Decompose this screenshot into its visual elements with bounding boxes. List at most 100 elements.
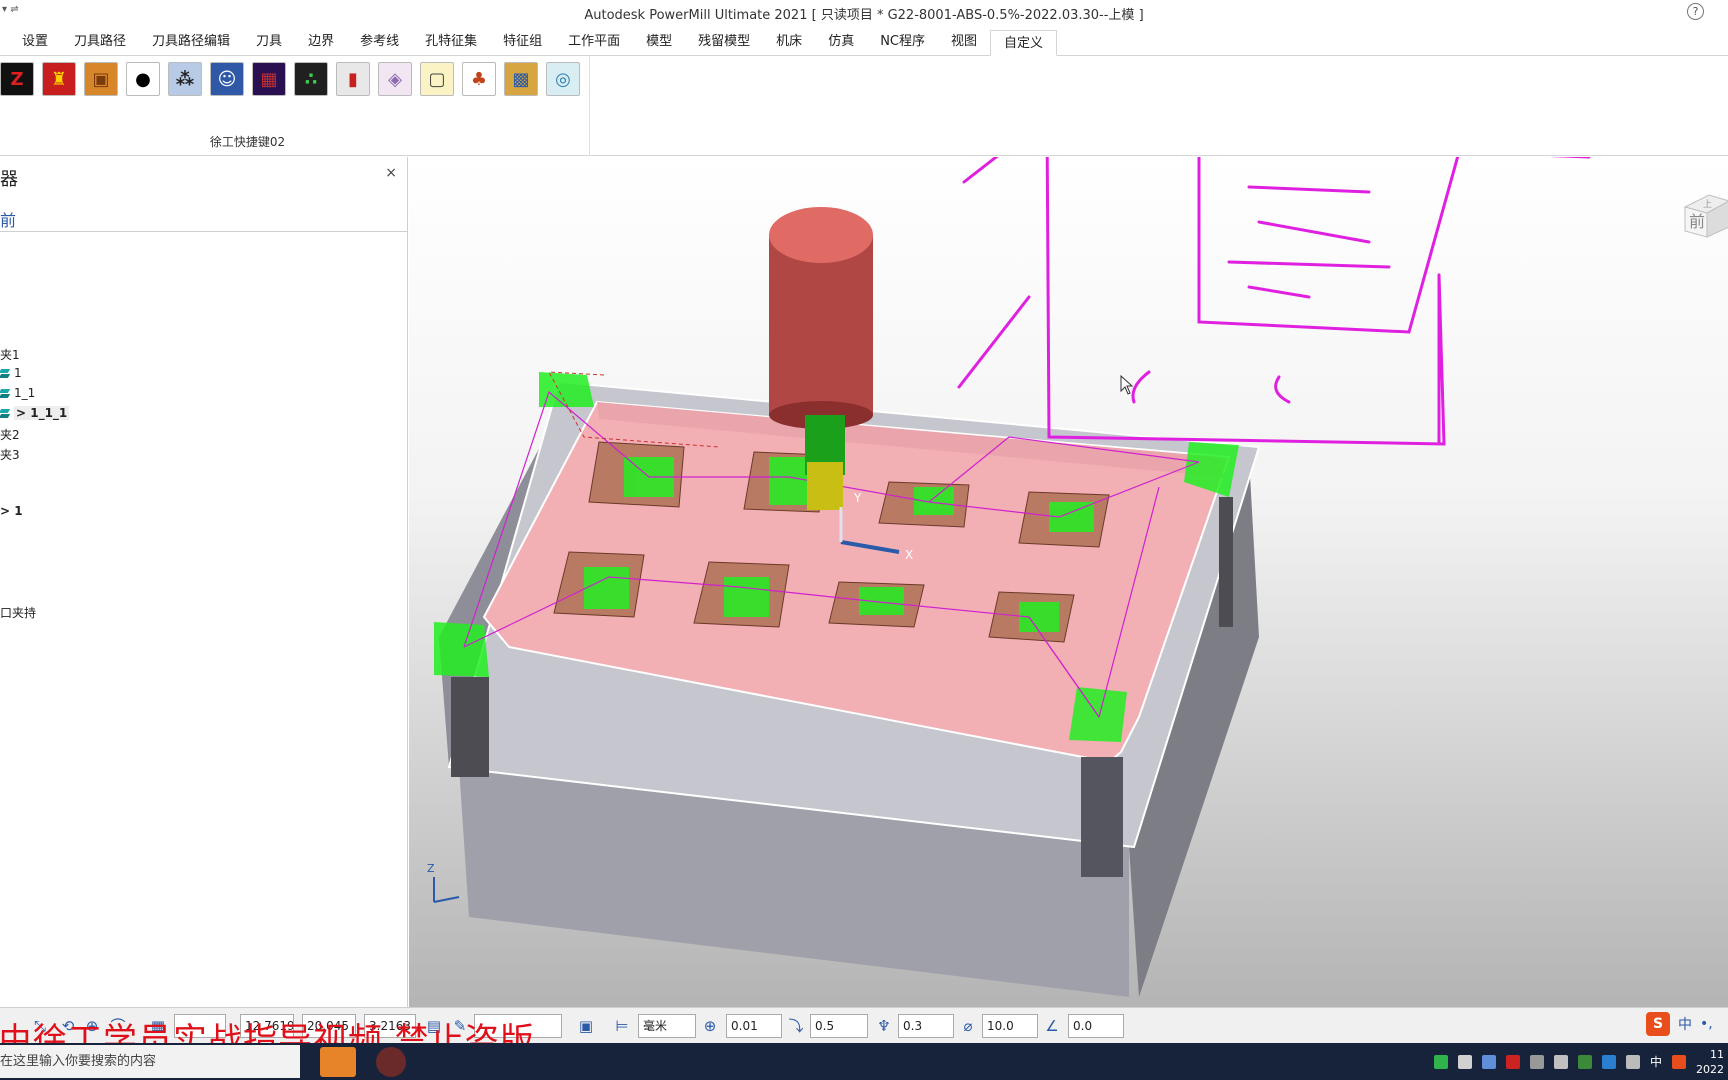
calculator-icon[interactable]: ▣ bbox=[576, 1016, 596, 1036]
ruler-icon[interactable]: ⊨ bbox=[612, 1016, 632, 1036]
tree-item[interactable]: 夹2 bbox=[0, 426, 20, 443]
tree-item[interactable]: 口夹持 bbox=[0, 604, 36, 621]
bars-icon[interactable]: ▮ bbox=[336, 62, 370, 96]
z-macro-icon[interactable]: Z bbox=[0, 62, 34, 96]
recorder-app-icon[interactable] bbox=[376, 1047, 406, 1077]
ribbon-group-shortcuts: Z ♜ ▣ ● ⁂ ☺ ▦ ∴ ▮ ◈ ▢ ♣ ▩ ◎ 徐工快捷键02 bbox=[0, 56, 590, 156]
dark-square-icon[interactable]: ▦ bbox=[252, 62, 286, 96]
pillar-right bbox=[1081, 757, 1123, 877]
tree-item-label: 夹1 bbox=[0, 348, 20, 362]
dots-icon[interactable]: ⁂ bbox=[168, 62, 202, 96]
tree-item[interactable]: > 1_1_1 bbox=[0, 406, 70, 420]
target-icon[interactable]: ◎ bbox=[546, 62, 580, 96]
graphics-viewport[interactable]: X Y Z 上 前 bbox=[409, 157, 1728, 1007]
ime-mode[interactable]: 中 bbox=[1678, 1014, 1692, 1034]
tab-2[interactable]: 刀具路径编辑 bbox=[139, 29, 243, 55]
close-icon[interactable]: × bbox=[385, 165, 397, 181]
angle-icon[interactable]: ∠ bbox=[1042, 1016, 1062, 1036]
layer-icon bbox=[0, 408, 10, 418]
tray-monitor-icon[interactable] bbox=[1601, 1054, 1616, 1069]
windows-taskbar: 在这里输入你要搜索的内容 中 11 2022 bbox=[0, 1043, 1728, 1080]
tab-13[interactable]: NC程序 bbox=[867, 29, 938, 55]
tab-11[interactable]: 机床 bbox=[763, 29, 815, 55]
pillar-left bbox=[451, 677, 489, 777]
tab-12[interactable]: 仿真 bbox=[815, 29, 867, 55]
tolerance-icon[interactable]: ⊕ bbox=[700, 1016, 720, 1036]
panel-subtitle[interactable]: 前 bbox=[0, 207, 16, 231]
view-cube-top: 上 bbox=[1703, 199, 1712, 210]
black-head-icon[interactable]: ● bbox=[126, 62, 160, 96]
thickness-field[interactable]: 0.3 bbox=[898, 1014, 954, 1038]
tolerance-field[interactable]: 0.01 bbox=[726, 1014, 782, 1038]
tool-tip bbox=[807, 462, 843, 510]
triad-x-line bbox=[433, 896, 460, 903]
tree-item-label: 1_1 bbox=[14, 386, 36, 400]
tray-cloud-icon[interactable] bbox=[1481, 1054, 1496, 1069]
clock-date: 2022 bbox=[1696, 1062, 1724, 1076]
tree-item-label: 夹3 bbox=[0, 448, 20, 462]
tree-item-label: 口夹持 bbox=[0, 606, 37, 620]
diameter-icon[interactable]: ⌀ bbox=[958, 1016, 978, 1036]
cube-icon[interactable]: ◈ bbox=[378, 62, 412, 96]
tab-7[interactable]: 特征组 bbox=[490, 29, 555, 55]
tray-shield-icon[interactable] bbox=[1529, 1054, 1544, 1069]
tree-item[interactable]: 夹1 bbox=[0, 346, 20, 363]
axis-y-label: Y bbox=[853, 491, 862, 505]
ribbon-tabs: 设置 刀具路径 刀具路径编辑 刀具 边界 参考线 孔特征集 特征组 工作平面 模型 残留模型 机床 仿真… bbox=[0, 28, 1728, 56]
powermill-app-icon[interactable] bbox=[320, 1047, 356, 1077]
tray-sogou-icon[interactable] bbox=[1672, 1054, 1686, 1069]
tab-8[interactable]: 工作平面 bbox=[555, 29, 633, 55]
layer-icon bbox=[0, 388, 10, 398]
bear-icon[interactable]: ♣ bbox=[462, 62, 496, 96]
triad-z-label: Z bbox=[427, 862, 435, 875]
penguin-icon[interactable]: ☺ bbox=[210, 62, 244, 96]
taskbar-search-input[interactable]: 在这里输入你要搜索的内容 bbox=[0, 1045, 300, 1078]
tab-1[interactable]: 刀具路径 bbox=[61, 29, 139, 55]
tray-battery-icon[interactable] bbox=[1577, 1054, 1592, 1069]
panel-divider bbox=[0, 231, 407, 232]
tab-0[interactable]: 设置 bbox=[0, 29, 61, 55]
diameter-field[interactable]: 10.0 bbox=[982, 1014, 1038, 1038]
stepover-field[interactable]: 0.5 bbox=[810, 1014, 868, 1038]
tree-item[interactable]: > 1 bbox=[0, 504, 23, 518]
tab-10[interactable]: 残留模型 bbox=[685, 29, 763, 55]
title-bar: ▾ ⇌ Autodesk PowerMill Ultimate 2021 [ 只… bbox=[0, 0, 1728, 26]
tray-network-icon[interactable] bbox=[1553, 1054, 1568, 1069]
tab-5[interactable]: 参考线 bbox=[347, 29, 412, 55]
tray-volume-icon[interactable] bbox=[1625, 1054, 1640, 1069]
taskbar-clock[interactable]: 11 2022 bbox=[1696, 1047, 1724, 1077]
crate-icon[interactable]: ▣ bbox=[84, 62, 118, 96]
tab-3[interactable]: 刀具 bbox=[243, 29, 295, 55]
view-cube[interactable]: 上 前 bbox=[1679, 187, 1728, 239]
tree-item-label: 夹2 bbox=[0, 428, 20, 442]
unit-field[interactable]: 毫米 bbox=[638, 1014, 696, 1038]
window-title: Autodesk PowerMill Ultimate 2021 [ 只读项目 … bbox=[584, 8, 1144, 23]
grid-app-icon[interactable]: ▩ bbox=[504, 62, 538, 96]
tab-15[interactable]: 自定义 bbox=[990, 30, 1058, 56]
help-icon[interactable]: ? bbox=[1687, 3, 1704, 20]
tree-item[interactable]: 1_1 bbox=[0, 386, 35, 400]
tray-language[interactable]: 中 bbox=[1650, 1053, 1662, 1070]
tool-icon[interactable]: ♆ bbox=[874, 1016, 894, 1036]
tab-14[interactable]: 视图 bbox=[938, 29, 990, 55]
angle-field[interactable]: 0.0 bbox=[1068, 1014, 1124, 1038]
tray-mic-icon[interactable] bbox=[1457, 1054, 1472, 1069]
panel-title: 器 bbox=[0, 169, 18, 190]
view-cube-front: 前 bbox=[1689, 212, 1705, 231]
tree-item[interactable]: 夹3 bbox=[0, 446, 20, 463]
tree-item[interactable]: 1 bbox=[0, 366, 22, 380]
red-figure-icon[interactable]: ♜ bbox=[42, 62, 76, 96]
ime-toolbar[interactable]: S 中 •, bbox=[1646, 1009, 1713, 1039]
tab-4[interactable]: 边界 bbox=[295, 29, 347, 55]
tree-item-label: > 1_1_1 bbox=[14, 406, 70, 420]
tab-6[interactable]: 孔特征集 bbox=[412, 29, 490, 55]
scatter-icon[interactable]: ∴ bbox=[294, 62, 328, 96]
tray-wechat-icon[interactable] bbox=[1433, 1054, 1448, 1069]
frame-icon[interactable]: ▢ bbox=[420, 62, 454, 96]
tree-item-label: > 1 bbox=[0, 504, 23, 518]
tray-app-icon[interactable] bbox=[1505, 1054, 1520, 1069]
stepover-icon[interactable]: ⤵ bbox=[786, 1016, 806, 1036]
tab-9[interactable]: 模型 bbox=[633, 29, 685, 55]
ime-punct[interactable]: •, bbox=[1700, 1016, 1713, 1032]
tree-item-label: 1 bbox=[14, 366, 22, 380]
